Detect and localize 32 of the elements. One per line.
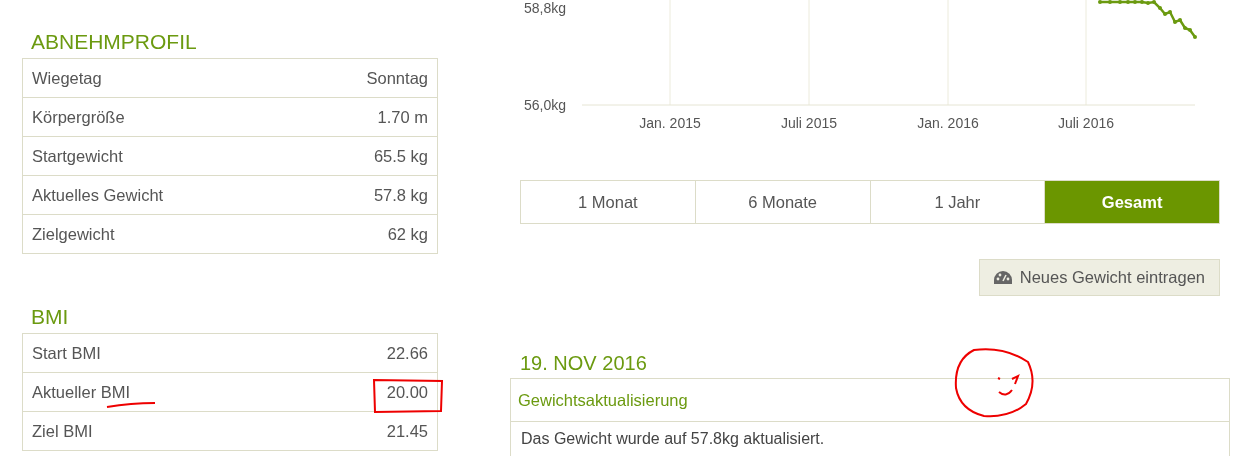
axis-label: Jan. 2015 [639,115,701,131]
period-tab[interactable]: Gesamt [1044,181,1219,223]
section-title: ABNEHMPROFIL [30,29,198,55]
pen-underline [106,402,156,408]
row-label: Wiegetag [32,68,102,88]
row-value: 20.00 [386,382,428,402]
row-label: Zielgewicht [32,224,115,244]
row-label: Aktuelles Gewicht [32,185,164,205]
row-label: Körpergröße [32,107,125,127]
row-value: 21.45 [386,421,428,441]
row-value: 62 kg [387,224,428,244]
dashboard-icon [993,270,1012,285]
row-value: 1.70 m [377,107,428,127]
axis-label: Jan. 2016 [917,115,979,131]
row-value: 57.8 kg [373,185,428,205]
row-label: Start BMI [32,343,101,363]
row-value: Sonntag [366,68,428,88]
row-label: Startgewicht [32,146,123,166]
axis-label: 58,8kg [524,0,567,16]
section-title: BMI [30,304,70,330]
pen-box [372,379,444,413]
entry-title: Gewichtsaktualisierung [518,390,688,410]
add-weight-button[interactable]: Neues Gewicht eintragen [978,259,1220,296]
axis-label: Juli 2016 [1058,115,1114,131]
row-value: 22.66 [386,343,428,363]
axis-label: 56,0kg [524,97,567,113]
entry-date: 19. NOV 2016 [520,351,648,376]
axis-label: Juli 2015 [781,115,837,131]
row-value: 65.5 kg [373,146,428,166]
row-label: Aktueller BMI [32,382,131,402]
row-label: Ziel BMI [32,421,93,441]
entry-text: Das Gewicht wurde auf 57.8kg aktualisiert. [521,430,825,447]
